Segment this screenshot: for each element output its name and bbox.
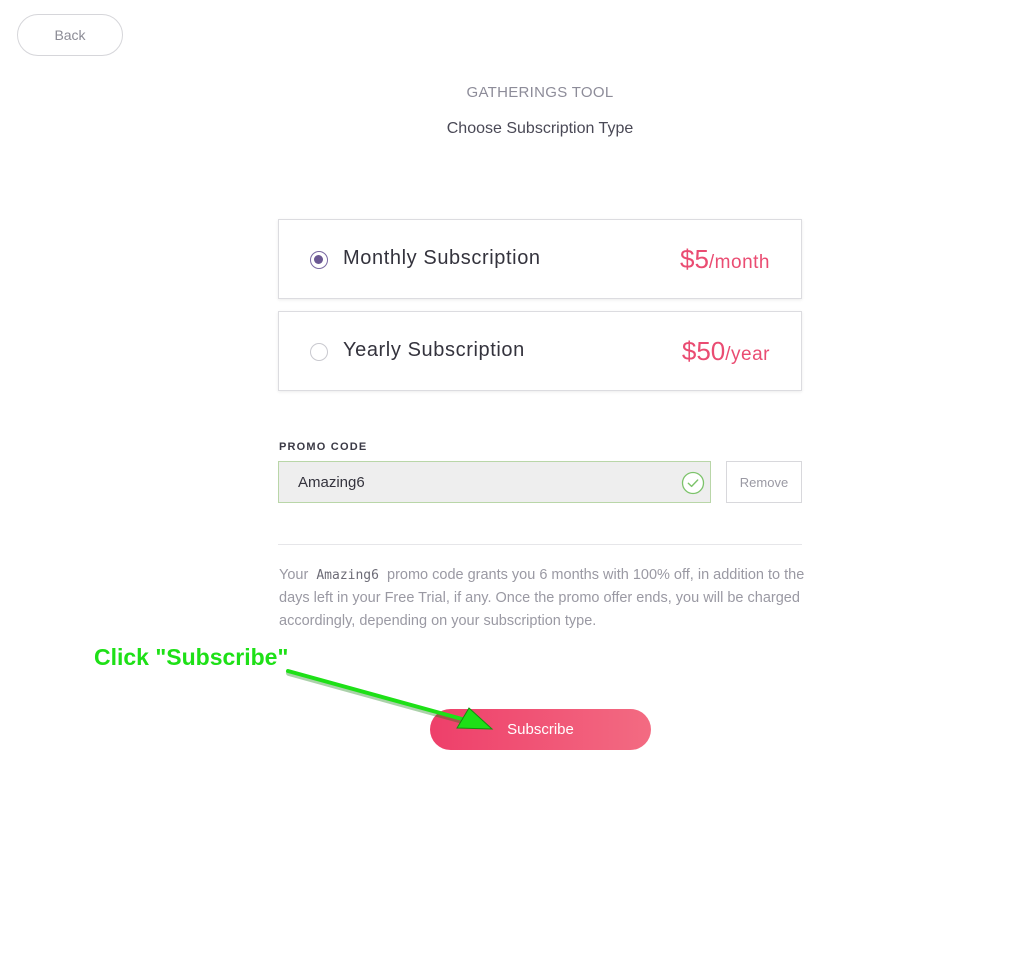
promo-info-before: Your [279,567,309,583]
promo-code-input[interactable]: Amazing6 [278,461,711,503]
promo-info-code: Amazing6 [316,568,379,583]
plan-card-monthly[interactable]: Monthly Subscription $5/month [278,219,802,299]
annotation-label: Click "Subscribe" [94,644,289,670]
promo-info-text: Your Amazing6 promo code grants you 6 mo… [279,564,807,633]
radio-dot [314,255,323,264]
check-circle-icon [681,471,705,495]
plan-card-yearly[interactable]: Yearly Subscription $50/year [278,311,802,391]
plan-name-monthly: Monthly Subscription [343,247,541,269]
radio-selected-icon[interactable] [310,251,328,269]
price-unit: /year [725,344,770,365]
page-subtitle: Choose Subscription Type [446,120,634,137]
price-amount: $5 [679,244,709,274]
plan-price-monthly: $5/month [680,244,770,275]
divider [278,544,802,545]
remove-promo-button[interactable]: Remove [726,461,802,503]
app-title: GATHERINGS TOOL [466,84,614,101]
promo-code-label: PROMO CODE [279,441,368,453]
plan-price-yearly: $50/year [682,336,770,367]
back-button[interactable]: Back [17,14,123,56]
price-unit: /month [708,252,770,273]
promo-code-value[interactable]: Amazing6 [298,474,365,491]
subscribe-button[interactable]: Subscribe [430,709,651,750]
radio-unselected-icon[interactable] [310,343,328,361]
price-amount: $50 [681,336,726,366]
plan-name-yearly: Yearly Subscription [343,339,525,361]
